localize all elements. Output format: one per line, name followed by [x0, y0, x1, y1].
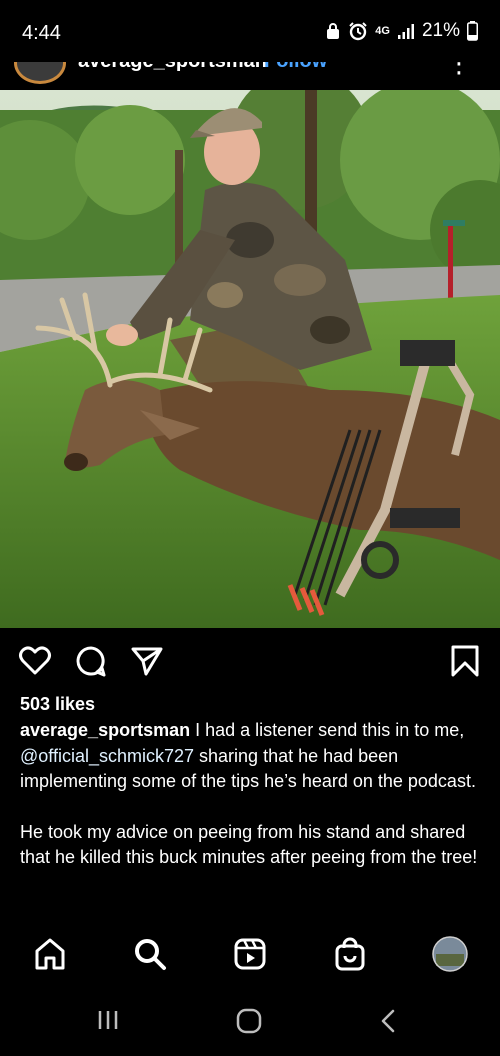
post-actions [0, 636, 500, 684]
shop-icon[interactable] [332, 936, 368, 972]
battery-icon [467, 21, 478, 41]
header-separator: · [248, 62, 255, 73]
more-options-icon[interactable]: ⋮ [446, 62, 472, 79]
heart-icon[interactable] [18, 644, 52, 678]
post-header: average_sportsman · Follow ⋮ [0, 62, 500, 90]
recents-icon[interactable] [96, 1008, 120, 1032]
network-type: 4G [375, 25, 390, 37]
share-icon[interactable] [130, 644, 164, 678]
comment-icon[interactable] [74, 644, 108, 678]
bottom-nav [0, 928, 500, 986]
status-icons: 4G 21% [325, 20, 478, 42]
author-username[interactable]: average_sportsman [78, 62, 267, 73]
caption-paragraph: He took my advice on peeing from his sta… [20, 821, 478, 868]
likes-count[interactable]: 503 likes [20, 694, 95, 715]
status-bar: 4:44 4G 21% [0, 0, 500, 62]
status-time: 4:44 [22, 22, 61, 44]
author-avatar[interactable] [14, 62, 66, 84]
post-caption: average_sportsman I had a listener send … [20, 718, 480, 871]
back-icon[interactable] [378, 1008, 398, 1034]
alarm-icon [349, 22, 367, 41]
profile-avatar[interactable] [432, 936, 468, 972]
lock-icon [327, 23, 340, 39]
caption-mention[interactable]: @official_schmick727 [20, 746, 194, 766]
post-photo[interactable] [0, 90, 500, 628]
follow-button[interactable]: Follow [264, 62, 327, 73]
caption-username[interactable]: average_sportsman [20, 720, 190, 740]
signal-icon [397, 24, 414, 39]
battery-percent: 21% [421, 20, 460, 41]
home-icon[interactable] [32, 936, 68, 972]
caption-text: I had a listener send this in to me, [195, 720, 465, 740]
reels-icon[interactable] [232, 936, 268, 972]
home-button-icon[interactable] [236, 1008, 262, 1034]
search-icon[interactable] [132, 936, 168, 972]
system-nav-bar [0, 986, 500, 1056]
bookmark-icon[interactable] [448, 644, 482, 678]
hunter-with-buck-image [0, 90, 500, 628]
